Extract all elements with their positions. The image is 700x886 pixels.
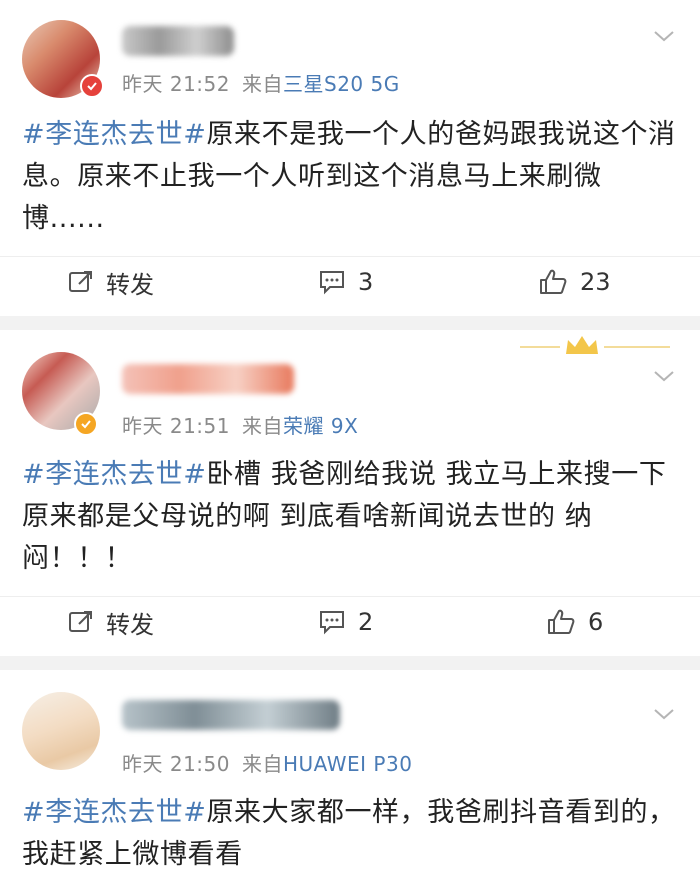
username-blurred[interactable] (122, 700, 340, 730)
post-text: #李连杰去世#卧槽 我爸刚给我说 我立马上来搜一下 原来都是父母说的啊 到底看啥… (22, 454, 678, 580)
post-time: 昨天 21:51 (122, 414, 230, 438)
repost-label: 转发 (106, 610, 154, 639)
action-bar: 转发 2 6 (0, 596, 700, 647)
comment-button[interactable]: 3 (318, 257, 373, 307)
repost-button[interactable]: 转发 (68, 597, 154, 647)
repost-label: 转发 (106, 270, 154, 299)
post-card: 昨天 21:51 来自荣耀 9X #李连杰去世#卧槽 我爸刚给我说 我立马上来搜一… (0, 330, 700, 656)
comment-icon (320, 271, 344, 295)
source-prefix: 来自 (242, 414, 283, 438)
post-source[interactable]: 荣耀 9X (283, 414, 358, 438)
chevron-down-icon[interactable] (652, 368, 676, 384)
chevron-down-icon[interactable] (652, 706, 676, 722)
thumbs-up-icon (548, 609, 575, 634)
crown-icon (520, 336, 670, 354)
hashtag-link[interactable]: #李连杰去世# (22, 459, 206, 490)
username-blurred[interactable] (122, 26, 234, 56)
source-prefix: 来自 (242, 752, 283, 776)
post-meta: 昨天 21:51 来自荣耀 9X (122, 410, 358, 439)
post-source[interactable]: 三星S20 5G (283, 72, 400, 96)
repost-icon (69, 611, 92, 632)
chevron-down-icon[interactable] (652, 28, 676, 44)
comment-count: 3 (358, 268, 374, 296)
post-text: #李连杰去世#原来不是我一个人的爸妈跟我说这个消息。原来不止我一个人听到这个消息… (22, 114, 678, 240)
post-text: #李连杰去世#原来大家都一样，我爸刷抖音看到的，我赶紧上微博看看 (22, 792, 678, 876)
hashtag-link[interactable]: #李连杰去世# (22, 119, 206, 150)
username-blurred[interactable] (122, 364, 294, 394)
repost-button[interactable]: 转发 (68, 257, 154, 307)
avatar[interactable] (22, 692, 100, 770)
post-meta: 昨天 21:50 来自HUAWEI P30 (122, 748, 412, 777)
comment-icon (320, 611, 344, 635)
like-count: 6 (588, 608, 604, 636)
post-meta: 昨天 21:52 来自三星S20 5G (122, 68, 400, 97)
thumbs-up-icon (540, 269, 567, 294)
hashtag-link[interactable]: #李连杰去世# (22, 797, 206, 828)
like-button[interactable]: 23 (538, 257, 611, 307)
post-time: 昨天 21:52 (122, 72, 230, 96)
like-count: 23 (580, 268, 611, 296)
post-source[interactable]: HUAWEI P30 (283, 752, 412, 776)
verified-badge-icon (74, 412, 98, 436)
comment-button[interactable]: 2 (318, 597, 373, 647)
post-card: 昨天 21:50 来自HUAWEI P30 #李连杰去世#原来大家都一样，我爸刷抖… (0, 670, 700, 886)
comment-count: 2 (358, 608, 374, 636)
post-card: 昨天 21:52 来自三星S20 5G #李连杰去世#原来不是我一个人的爸妈跟我说… (0, 0, 700, 316)
action-bar: 转发 3 23 (0, 256, 700, 307)
repost-icon (69, 271, 92, 292)
like-button[interactable]: 6 (546, 597, 603, 647)
verified-badge-icon (80, 74, 104, 98)
post-time: 昨天 21:50 (122, 752, 230, 776)
source-prefix: 来自 (242, 72, 283, 96)
